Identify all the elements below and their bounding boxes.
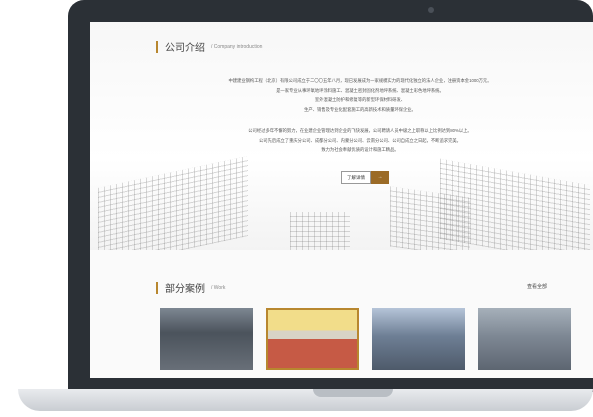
- intro-text-line: 公司经过多年不懈的努力，在业建企业管理达到企业的飞快发展，公司聘请人员中级之上职…: [248, 128, 472, 133]
- cases-subtitle: / Work: [211, 284, 226, 291]
- intro-buttons: 了解详情 →: [341, 171, 389, 184]
- case-thumbnail[interactable]: [372, 308, 465, 370]
- camera-icon: [428, 7, 434, 13]
- intro-subtitle: / Company introduction: [211, 43, 263, 50]
- intro-text-line: 致力为社会奉献优质的设计和施工精品。: [321, 147, 399, 152]
- cases-section: 部分案例 / Work 查看全部: [90, 250, 593, 378]
- intro-text-line: 是一家专业从事环氧地坪涂料施工、混凝土密封固化剂地坪系统、混凝土彩色地坪系统。: [276, 87, 444, 93]
- cases-title: 部分案例: [165, 284, 205, 295]
- case-thumbnail-selected[interactable]: [266, 308, 359, 370]
- intro-heading: 公司介绍 / Company introduction: [156, 39, 262, 54]
- intro-section: 公司介绍 / Company introduction 中建建业钢构工程（北京）…: [90, 22, 593, 268]
- title-accent-bar: [156, 281, 158, 294]
- laptop-base: [18, 389, 593, 411]
- cases-heading: 部分案例 / Work: [156, 280, 225, 295]
- screen: 公司介绍 / Company introduction 中建建业钢构工程（北京）…: [90, 22, 593, 378]
- intro-text-line: 中建建业钢构工程（北京）有限公司成立于二〇〇五年八月，现已发展成为一家规模实力的…: [228, 78, 492, 83]
- intro-title: 公司介绍: [165, 43, 205, 54]
- case-thumbnails: [160, 308, 584, 370]
- intro-text-line: 室外混凝土防护和修复等的新型环保材料研发、: [314, 97, 406, 102]
- building-image: [290, 212, 350, 252]
- intro-text-line: 公司先后成立了重庆分公司、成都分公司、内蒙分公司、云南分公司、公司自成立之日起，…: [259, 137, 461, 143]
- laptop-notch: [313, 389, 393, 397]
- case-thumbnail[interactable]: [160, 308, 253, 370]
- arrow-right-icon[interactable]: →: [371, 171, 389, 184]
- learn-more-button[interactable]: 了解详情: [341, 171, 371, 184]
- intro-text-line: 生产、销售及专业化配套施工的高新技术和质量环保企业。: [304, 106, 416, 112]
- intro-paragraph-2: 公司经过多年不懈的努力，在业建企业管理达到企业的飞快发展，公司聘请人员中级之上职…: [210, 126, 510, 155]
- title-accent-bar: [156, 40, 158, 53]
- case-thumbnail[interactable]: [478, 308, 571, 370]
- view-all-link[interactable]: 查看全部: [527, 283, 547, 290]
- intro-paragraph-1: 中建建业钢构工程（北京）有限公司成立于二〇〇五年八月，现已发展成为一家规模实力的…: [210, 76, 510, 114]
